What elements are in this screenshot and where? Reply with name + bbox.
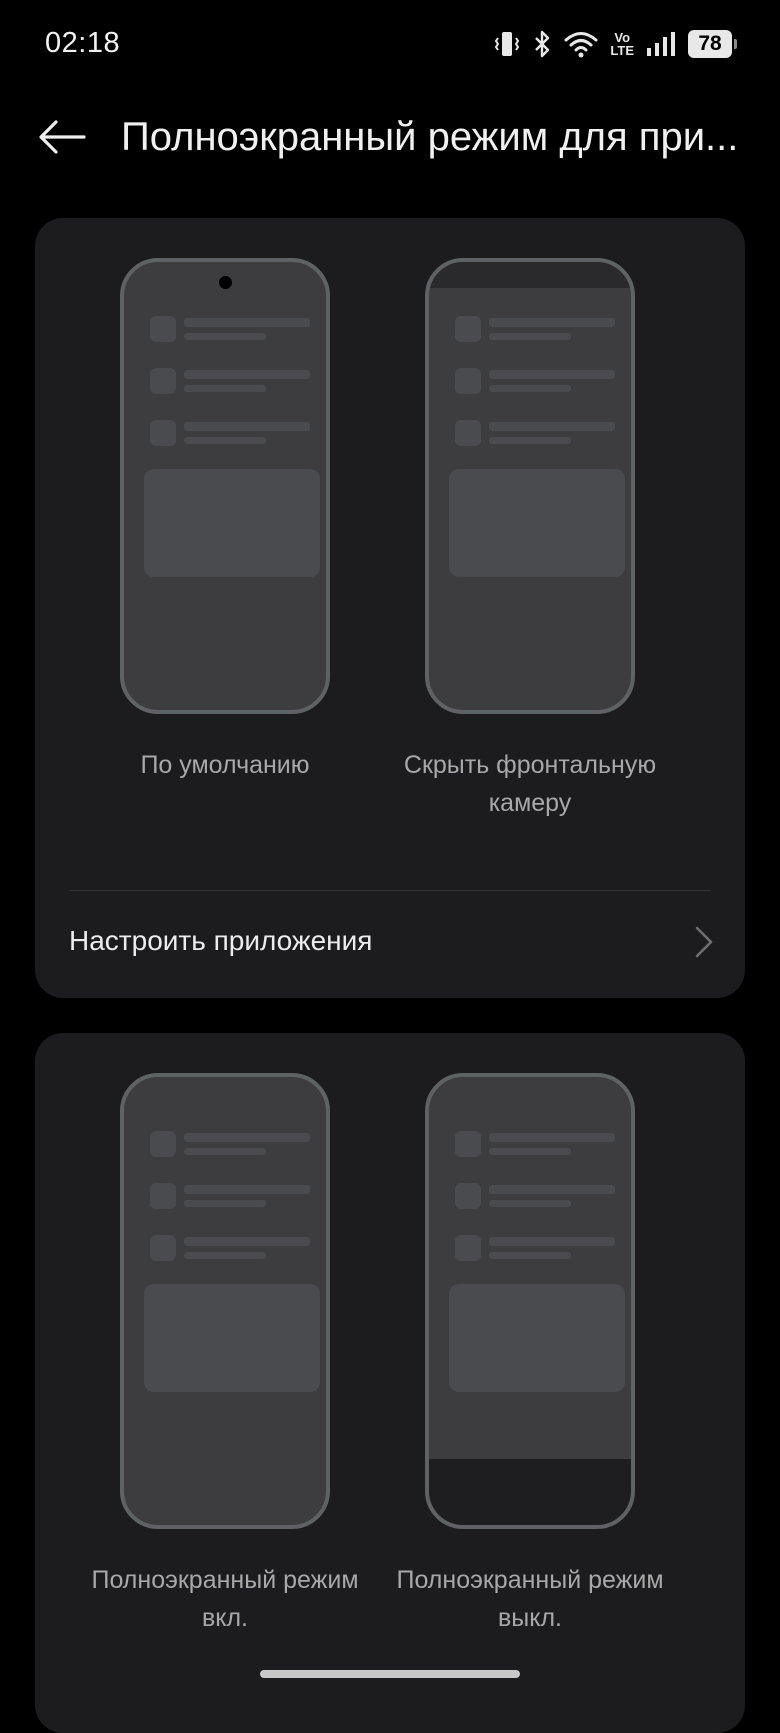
vibrate-icon [494,29,520,59]
camera-cutout-section: По умолчанию Скрыть фронтальную камеру Н… [35,218,745,998]
preview-list-row [150,1131,310,1159]
option-label: Полноэкранный режим выкл. [396,1566,664,1632]
preview-list-row [455,316,615,344]
status-time: 02:18 [45,27,121,59]
home-indicator[interactable] [260,1670,520,1678]
fullscreen-mode-section: Полноэкранный режим вкл. Полноэкранный р… [35,1033,745,1733]
phone-preview-fullscreen-on [120,1073,330,1529]
preview-bottom-band [429,1459,631,1525]
option-label: Скрыть фронтальную камеру [403,751,657,817]
preview-list-row [455,1183,615,1211]
back-button[interactable] [34,112,90,162]
preview-list-row [150,316,310,344]
preview-list-row [455,368,615,396]
lte-text: LTE [610,43,634,58]
preview-list-row [150,1183,310,1211]
phone-preview-hide-camera [425,258,635,714]
preview-content-block [144,469,320,577]
configure-apps-label: Настроить приложения [69,925,373,956]
battery-icon: 78 [688,30,737,58]
phone-preview-fullscreen-off [425,1073,635,1529]
preview-list-row [150,368,310,396]
bluetooth-icon [532,29,552,59]
phone-preview-default [120,258,330,714]
status-icons: Vo LTE 78 [494,26,737,62]
preview-content-block [449,469,625,577]
preview-list-row [150,420,310,448]
volte-icon: Vo LTE [610,31,634,57]
front-camera-cutout [219,276,232,289]
option-label: Полноэкранный режим вкл. [91,1566,359,1632]
preview-list-row [455,1131,615,1159]
arrow-left-icon [39,120,86,154]
preview-content-block [144,1284,320,1392]
page-title: Полноэкранный режим для при... [121,115,739,159]
chevron-right-icon [695,926,713,958]
status-bar: 02:18 Vo LTE 78 [0,0,780,90]
preview-list-row [455,1235,615,1263]
wifi-icon [564,30,598,58]
signal-icon [646,31,676,57]
preview-content-block [449,1284,625,1392]
configure-apps-row[interactable]: Настроить приложения [35,891,745,998]
option-label: По умолчанию [140,751,310,779]
preview-list-row [455,420,615,448]
preview-top-band [429,262,631,288]
preview-list-row [150,1235,310,1263]
